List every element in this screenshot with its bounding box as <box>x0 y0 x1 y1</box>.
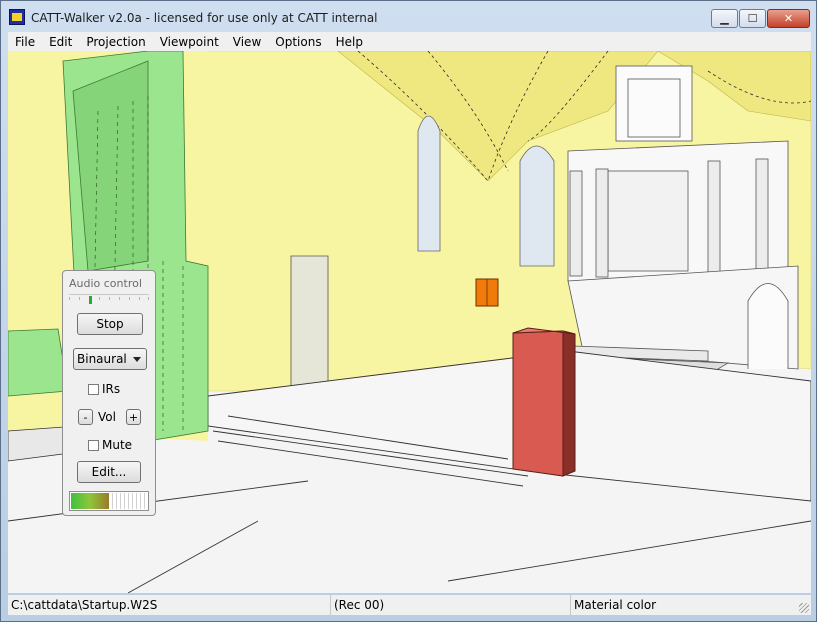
menu-bar: File Edit Projection Viewpoint View Opti… <box>8 32 811 51</box>
menu-projection[interactable]: Projection <box>79 35 152 49</box>
audio-position-slider[interactable] <box>69 294 149 304</box>
audio-control-panel: Audio control Stop Binaural IRs - Vol + … <box>62 270 156 516</box>
status-receiver: (Rec 00) <box>330 595 570 615</box>
irs-label: IRs <box>102 382 121 396</box>
level-meter <box>69 491 149 511</box>
volume-down-button[interactable]: - <box>78 409 93 425</box>
doorway <box>290 255 329 392</box>
green-block <box>8 328 69 397</box>
menu-options[interactable]: Options <box>268 35 328 49</box>
menu-edit[interactable]: Edit <box>42 35 79 49</box>
status-color-mode: Material color <box>570 595 798 615</box>
volume-label: Vol <box>98 410 116 424</box>
status-bar: C:\cattdata\Startup.W2S (Rec 00) Materia… <box>8 595 811 615</box>
close-button[interactable]: ✕ <box>767 9 810 28</box>
menu-file[interactable]: File <box>8 35 42 49</box>
menu-viewpoint[interactable]: Viewpoint <box>153 35 226 49</box>
status-file-path: C:\cattdata\Startup.W2S <box>11 598 158 612</box>
title-bar[interactable]: CATT-Walker v2.0a - licensed for use onl… <box>1 1 816 31</box>
resize-grip[interactable] <box>799 603 809 613</box>
mute-checkbox-row[interactable]: Mute <box>88 438 132 452</box>
edit-button[interactable]: Edit... <box>77 461 141 483</box>
stop-button[interactable]: Stop <box>77 313 143 335</box>
binaural-select-value: Binaural <box>77 352 127 366</box>
source-box-side <box>562 330 576 477</box>
audio-control-title: Audio control <box>69 277 142 290</box>
level-meter-fill <box>71 493 109 509</box>
mute-checkbox[interactable] <box>88 439 99 451</box>
maximize-button[interactable]: ☐ <box>739 9 766 28</box>
app-window: CATT-Walker v2.0a - licensed for use onl… <box>0 0 817 622</box>
slider-thumb[interactable] <box>89 296 92 304</box>
irs-checkbox-row[interactable]: IRs <box>88 382 120 396</box>
volume-up-button[interactable]: + <box>126 409 141 425</box>
source-box-front <box>512 330 564 477</box>
chevron-down-icon <box>133 357 141 362</box>
window-left <box>417 115 441 252</box>
window-title: CATT-Walker v2.0a - licensed for use onl… <box>31 11 378 25</box>
window-right <box>519 145 555 267</box>
irs-checkbox[interactable] <box>88 383 99 395</box>
app-logo-icon <box>9 9 25 25</box>
menu-view[interactable]: View <box>226 35 268 49</box>
menu-help[interactable]: Help <box>329 35 370 49</box>
binaural-select[interactable]: Binaural <box>73 348 147 370</box>
altar-top <box>615 65 693 142</box>
mute-label: Mute <box>102 438 133 452</box>
minimize-button[interactable]: ▁ <box>711 9 738 28</box>
